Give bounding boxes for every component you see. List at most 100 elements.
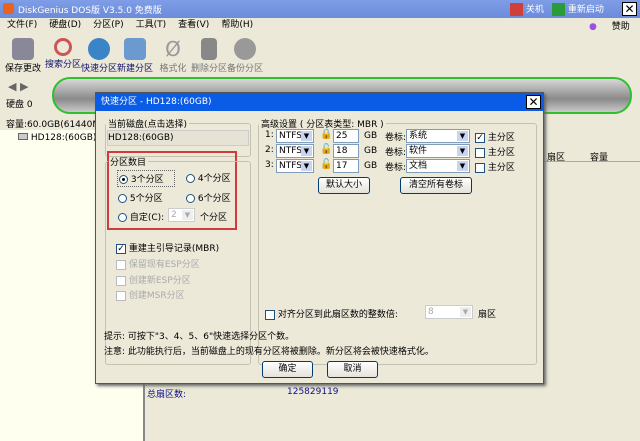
backup-partition-button[interactable]: 备份分区 xyxy=(226,36,264,74)
size-unit: GB xyxy=(364,161,378,171)
primary-label: 主分区 xyxy=(487,133,515,143)
checkbox-icon xyxy=(116,275,126,286)
align-checkbox[interactable]: 对齐分区到此扇区数的整数倍: xyxy=(265,307,398,320)
primary-checkbox[interactable]: 主分区 xyxy=(475,145,515,158)
menu-help[interactable]: 帮助(H) xyxy=(221,20,253,30)
clear-labels-button[interactable]: 清空所有卷标 xyxy=(400,177,472,194)
align-value: 8 xyxy=(428,307,434,317)
new-partition-button[interactable]: 新建分区 xyxy=(116,36,154,74)
radio-icon xyxy=(118,194,127,203)
nav-arrows[interactable]: ◀ ▶ xyxy=(8,80,28,93)
radio-4-label: 4个分区 xyxy=(197,174,231,184)
primary-label: 主分区 xyxy=(487,148,515,158)
unlock-icon[interactable]: 🔓 xyxy=(320,159,332,170)
format-button[interactable]: Ø 格式化 xyxy=(154,36,192,74)
custom-count-select[interactable]: 2 ▼ xyxy=(168,208,195,222)
volume-label-select[interactable]: 软件 ▼ xyxy=(406,144,470,158)
total-sectors-label: 总扇区数: xyxy=(147,390,187,400)
partition-index: 1: xyxy=(265,130,274,140)
chevron-down-icon: ▼ xyxy=(457,146,468,156)
warning-text: 注意: 此功能执行后，当前磁盘上的现有分区将被删除。新分区将会被快速格式化。 xyxy=(104,347,434,357)
volume-label-value: 系统 xyxy=(409,131,428,141)
custom-suffix: 个分区 xyxy=(200,213,228,223)
tree-item-hd128[interactable]: HD128:(60GB) xyxy=(18,133,96,143)
app-close-button[interactable]: ✕ xyxy=(622,2,637,16)
fs-value: NTFS xyxy=(279,146,302,156)
app-title: DiskGenius DOS版 V3.5.0 免费版 xyxy=(18,6,162,16)
dialog-close-button[interactable]: ✕ xyxy=(526,95,541,109)
align-unit: 扇区 xyxy=(478,310,497,320)
restart-label: 重新启动 xyxy=(567,5,604,15)
restart-button[interactable]: 重新启动 xyxy=(552,2,604,16)
col-sector[interactable]: 扇区 xyxy=(547,150,565,163)
tip-text: 提示: 可按下"3、4、5、6"快速选择分区个数。 xyxy=(104,332,295,342)
menu-partition[interactable]: 分区(P) xyxy=(93,20,123,30)
create-esp-checkbox[interactable]: 创建新ESP分区 xyxy=(116,273,191,286)
ok-button[interactable]: 确定 xyxy=(262,361,313,378)
current-disk-field[interactable]: HD128:(60GB) xyxy=(107,130,249,146)
quick-partition-button[interactable]: 快速分区 xyxy=(80,36,118,74)
save-changes-button[interactable]: 保存更改 xyxy=(4,36,42,74)
radio-3-partitions[interactable]: 3个分区 xyxy=(117,170,175,187)
checkbox-icon xyxy=(116,290,126,301)
disc-icon xyxy=(88,38,110,60)
quick-label: 快速分区 xyxy=(80,64,117,74)
primary-checkbox[interactable]: 主分区 xyxy=(475,160,515,173)
toolbar: 保存更改 搜索分区 快速分区 新建分区 Ø 格式化 删除分区 备份分区 xyxy=(0,36,640,76)
primary-checkbox[interactable]: ✓ 主分区 xyxy=(475,130,515,143)
size-input[interactable]: 25 xyxy=(333,129,359,143)
trash-icon xyxy=(201,38,217,60)
search-label: 搜索分区 xyxy=(44,60,81,70)
volume-label-caption: 卷标: xyxy=(385,163,407,173)
save-label: 保存更改 xyxy=(4,64,41,74)
checkbox-icon: ✓ xyxy=(475,132,485,143)
unlock-icon[interactable]: 🔓 xyxy=(320,144,332,155)
col-capacity[interactable]: 容量 xyxy=(590,150,608,163)
shutdown-button[interactable]: 关机 xyxy=(510,2,544,16)
keep-esp-checkbox[interactable]: 保留现有ESP分区 xyxy=(116,257,200,270)
rebuild-mbr-checkbox[interactable]: ✓ 重建主引导记录(MBR) xyxy=(116,241,219,254)
menu-view[interactable]: 查看(V) xyxy=(178,20,209,30)
search-partition-button[interactable]: 搜索分区 xyxy=(44,36,82,70)
size-input[interactable]: 18 xyxy=(333,144,359,158)
format-icon: Ø xyxy=(165,37,181,61)
fs-value: NTFS xyxy=(279,131,302,141)
sponsor-label: 赞助 xyxy=(611,22,630,32)
fs-value: NTFS xyxy=(279,161,302,171)
default-size-button[interactable]: 默认大小 xyxy=(318,177,370,194)
align-select[interactable]: 8 ▼ xyxy=(425,305,473,319)
custom-count-value: 2 xyxy=(171,210,177,220)
radio-custom[interactable]: 自定(C): xyxy=(118,210,164,223)
menu-tools[interactable]: 工具(T) xyxy=(136,20,167,30)
radio-5-partitions[interactable]: 5个分区 xyxy=(118,191,163,204)
menu-file[interactable]: 文件(F) xyxy=(7,20,37,30)
dialog-titlebar: 快速分区 - HD128:(60GB) ✕ xyxy=(96,93,543,111)
fs-select[interactable]: NTFS ▼ xyxy=(276,129,314,143)
fs-select[interactable]: NTFS ▼ xyxy=(276,159,314,173)
chevron-down-icon: ▼ xyxy=(460,307,471,317)
fs-select[interactable]: NTFS ▼ xyxy=(276,144,314,158)
chevron-down-icon: ▼ xyxy=(301,161,312,171)
size-input[interactable]: 17 xyxy=(333,159,359,173)
cancel-button[interactable]: 取消 xyxy=(327,361,378,378)
format-label: 格式化 xyxy=(159,64,187,74)
radio-4-partitions[interactable]: 4个分区 xyxy=(186,171,231,184)
radio-icon xyxy=(119,175,128,184)
lock-icon[interactable]: 🔒 xyxy=(320,129,332,140)
volume-label-select[interactable]: 系统 ▼ xyxy=(406,129,470,143)
quick-partition-dialog: 快速分区 - HD128:(60GB) ✕ 当前磁盘(点击选择) HD128:(… xyxy=(95,92,544,384)
sponsor-link[interactable]: ● 赞助 xyxy=(582,20,635,35)
current-disk-legend: 当前磁盘(点击选择) xyxy=(108,120,188,130)
radio-6-label: 6个分区 xyxy=(197,194,231,204)
create-msr-checkbox[interactable]: 创建MSR分区 xyxy=(116,288,185,301)
radio-3-label: 3个分区 xyxy=(130,175,164,185)
primary-label: 主分区 xyxy=(487,163,515,173)
volume-label-value: 软件 xyxy=(409,146,428,156)
radio-6-partitions[interactable]: 6个分区 xyxy=(186,191,231,204)
radio-custom-label: 自定(C): xyxy=(129,213,165,223)
radio-icon xyxy=(186,194,195,203)
partition-count-legend: 分区数目 xyxy=(110,158,147,168)
delete-partition-button[interactable]: 删除分区 xyxy=(190,36,228,74)
volume-label-select[interactable]: 文档 ▼ xyxy=(406,159,470,173)
menu-disk[interactable]: 硬盘(D) xyxy=(49,20,81,30)
